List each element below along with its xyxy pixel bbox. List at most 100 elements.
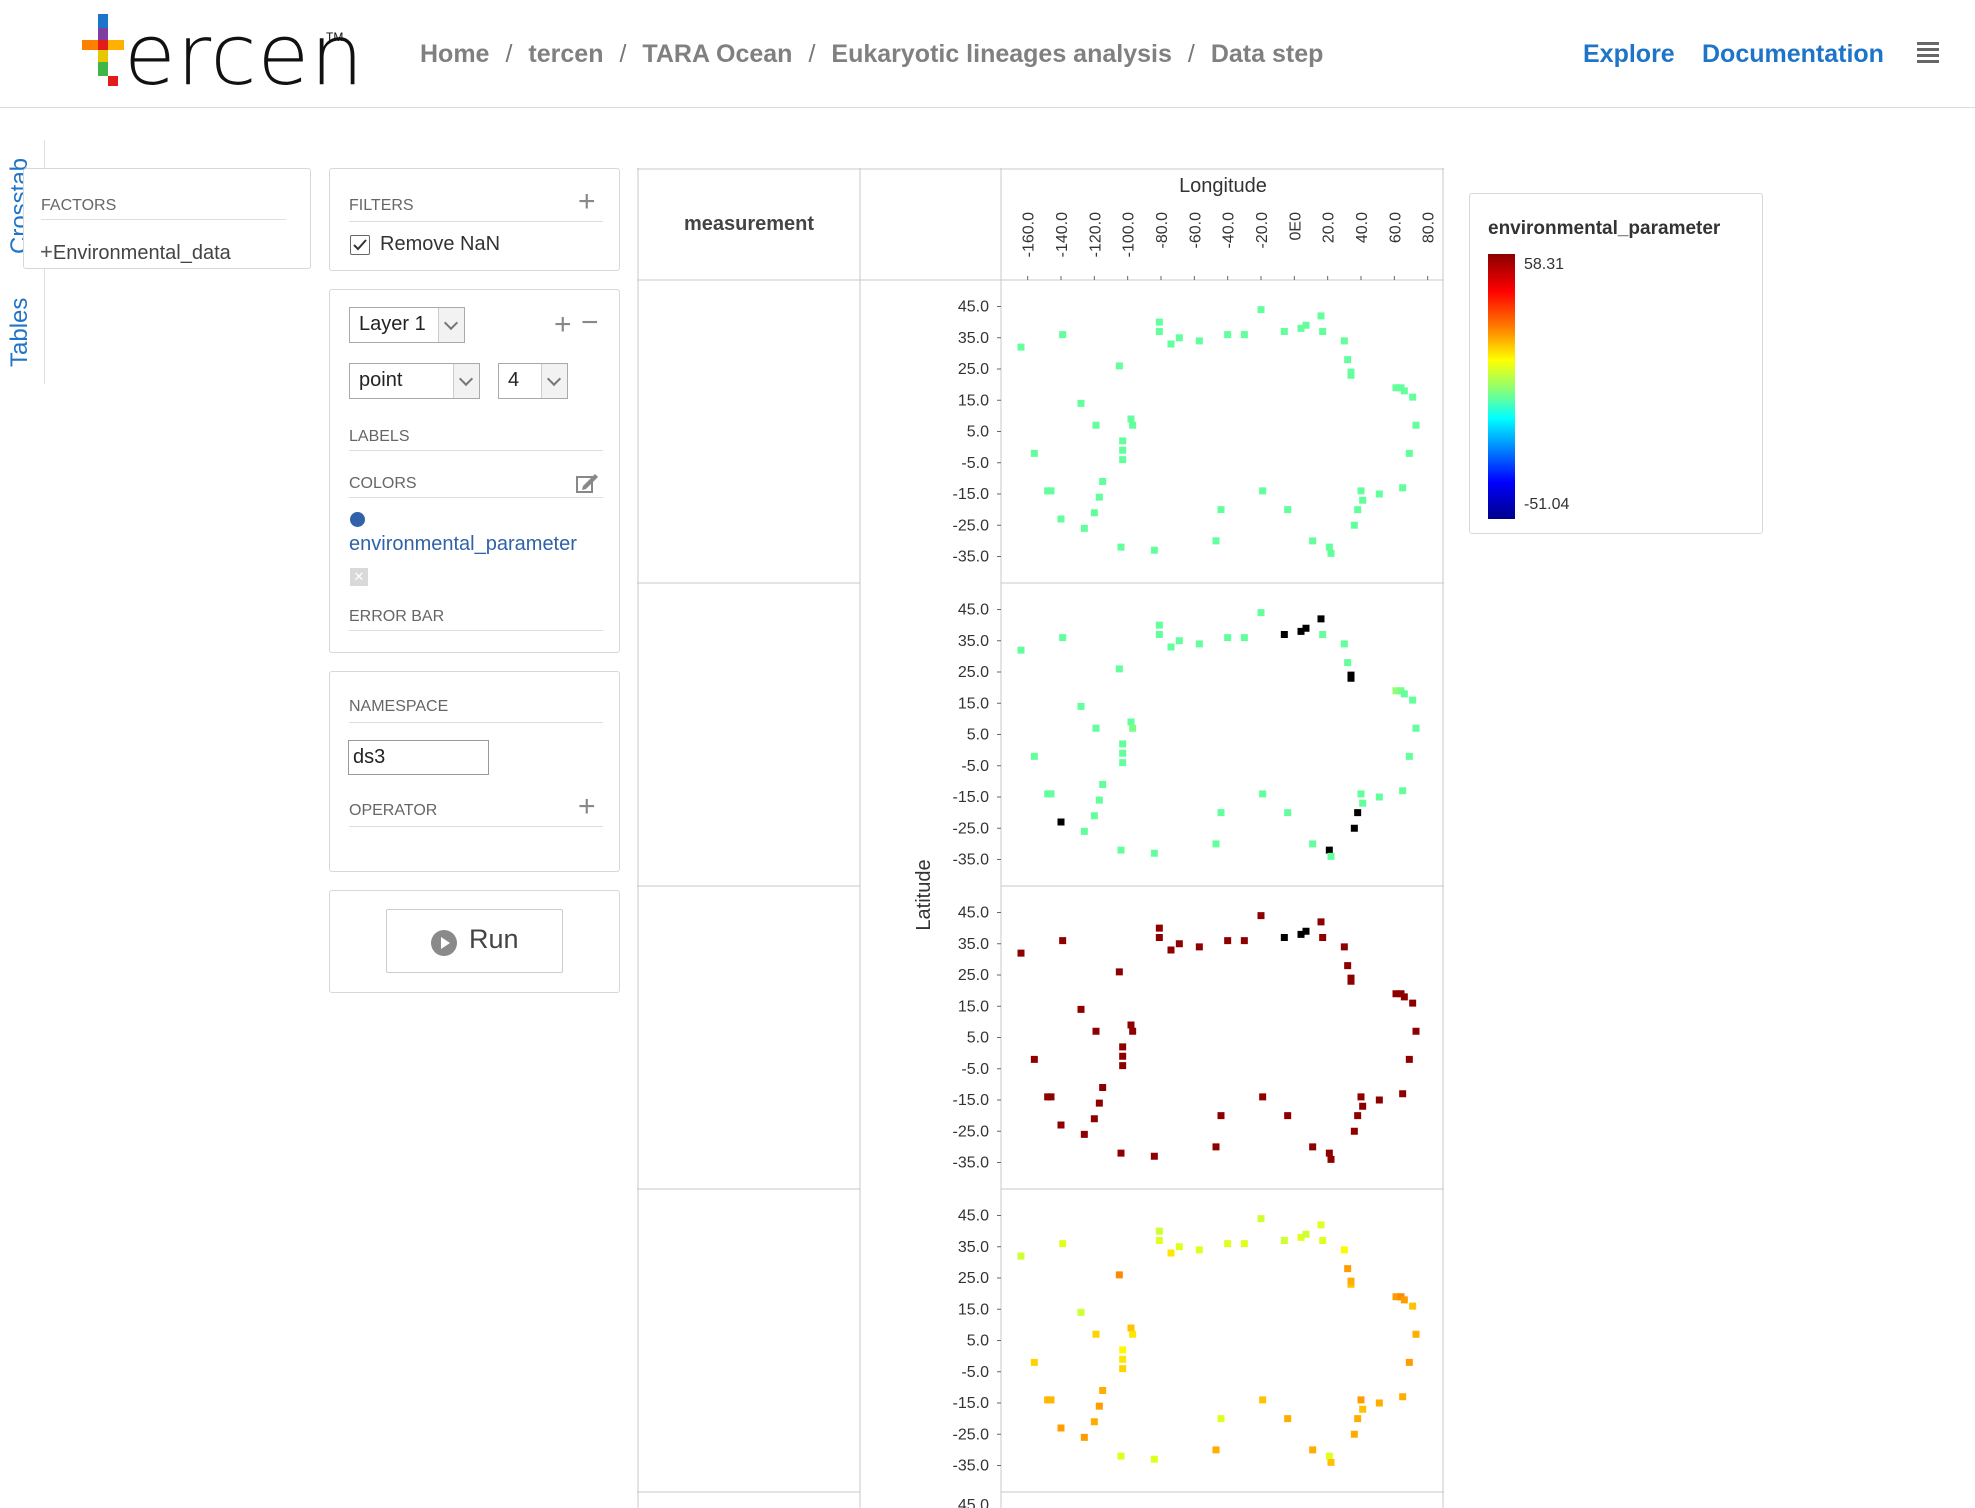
breadcrumb-project[interactable]: TARA Ocean: [642, 40, 792, 68]
data-point[interactable]: [1240, 1240, 1248, 1248]
data-point[interactable]: [1030, 1358, 1038, 1366]
data-point[interactable]: [1259, 1396, 1267, 1404]
data-point[interactable]: [1155, 924, 1163, 932]
data-point[interactable]: [1340, 1246, 1348, 1254]
data-point[interactable]: [1319, 631, 1327, 638]
data-point[interactable]: [1212, 1143, 1220, 1151]
data-point[interactable]: [1059, 331, 1067, 339]
data-point[interactable]: [1080, 524, 1088, 532]
data-point[interactable]: [1217, 1415, 1225, 1423]
data-point[interactable]: [1017, 646, 1025, 654]
data-point[interactable]: [1257, 609, 1265, 617]
data-point[interactable]: [1284, 1112, 1292, 1120]
data-point[interactable]: [1155, 1237, 1163, 1244]
hamburger-menu-icon[interactable]: [1917, 42, 1939, 63]
data-point[interactable]: [1224, 634, 1232, 642]
layer-select[interactable]: Layer 1: [349, 307, 465, 343]
data-point[interactable]: [1155, 621, 1163, 629]
data-point[interactable]: [1030, 1055, 1038, 1063]
data-point[interactable]: [1195, 1246, 1203, 1254]
data-point[interactable]: [1057, 1121, 1065, 1129]
data-point[interactable]: [1077, 1308, 1085, 1316]
data-point[interactable]: [1090, 812, 1098, 820]
data-point[interactable]: [1212, 537, 1220, 545]
data-point[interactable]: [1400, 1296, 1408, 1304]
data-point[interactable]: [1167, 643, 1175, 651]
data-point[interactable]: [1399, 484, 1407, 492]
data-point[interactable]: [1259, 487, 1267, 495]
data-point[interactable]: [1119, 759, 1127, 767]
data-point[interactable]: [1129, 724, 1137, 732]
namespace-input[interactable]: ds3: [348, 740, 489, 775]
data-point[interactable]: [1117, 846, 1125, 854]
data-point[interactable]: [1302, 321, 1310, 329]
remove-nan-checkbox[interactable]: [350, 235, 370, 255]
data-point[interactable]: [1099, 1084, 1107, 1091]
data-point[interactable]: [1284, 809, 1292, 817]
add-filter-plus-icon[interactable]: +: [578, 187, 596, 217]
data-point[interactable]: [1090, 1115, 1098, 1123]
data-point[interactable]: [1257, 1215, 1265, 1223]
data-point[interactable]: [1327, 1458, 1335, 1466]
data-point[interactable]: [1359, 1405, 1367, 1413]
data-point[interactable]: [1195, 640, 1203, 648]
data-point[interactable]: [1375, 1399, 1383, 1407]
data-point[interactable]: [1347, 671, 1355, 679]
data-point[interactable]: [1309, 537, 1317, 545]
data-point[interactable]: [1047, 1396, 1055, 1404]
data-point[interactable]: [1155, 328, 1163, 335]
data-point[interactable]: [1409, 393, 1417, 401]
data-point[interactable]: [1399, 1090, 1407, 1098]
data-point[interactable]: [1150, 546, 1158, 554]
data-point[interactable]: [1175, 940, 1183, 948]
data-point[interactable]: [1344, 962, 1352, 970]
data-point[interactable]: [1119, 456, 1127, 464]
data-point[interactable]: [1257, 912, 1265, 920]
breadcrumb-workflow[interactable]: Eukaryotic lineages analysis: [831, 40, 1171, 68]
data-point[interactable]: [1347, 368, 1355, 376]
data-point[interactable]: [1080, 1130, 1088, 1138]
data-point[interactable]: [1319, 328, 1327, 335]
data-point[interactable]: [1359, 496, 1367, 504]
data-point[interactable]: [1092, 421, 1100, 429]
data-point[interactable]: [1309, 840, 1317, 848]
data-point[interactable]: [1129, 1330, 1137, 1338]
data-point[interactable]: [1400, 387, 1408, 395]
data-point[interactable]: [1099, 1387, 1107, 1394]
data-point[interactable]: [1344, 356, 1352, 364]
data-point[interactable]: [1412, 724, 1420, 732]
data-point[interactable]: [1127, 1021, 1135, 1029]
data-point[interactable]: [1325, 1149, 1333, 1157]
crosstab-svg[interactable]: measurement Longitude -160.0 -140.0 -120.0 -1…: [637, 168, 1444, 1508]
nav-documentation-link[interactable]: Documentation: [1702, 40, 1884, 69]
data-point[interactable]: [1354, 1112, 1362, 1120]
data-point[interactable]: [1119, 1346, 1127, 1354]
data-point[interactable]: [1119, 446, 1127, 454]
data-point[interactable]: [1340, 640, 1348, 648]
data-point[interactable]: [1350, 1127, 1358, 1135]
data-point[interactable]: [1325, 543, 1333, 551]
data-point[interactable]: [1375, 1096, 1383, 1104]
data-point[interactable]: [1350, 824, 1358, 832]
data-point[interactable]: [1077, 1005, 1085, 1013]
data-point[interactable]: [1077, 702, 1085, 710]
data-point[interactable]: [1240, 331, 1248, 339]
data-point[interactable]: [1375, 490, 1383, 498]
data-point[interactable]: [1017, 343, 1025, 351]
data-point[interactable]: [1350, 1430, 1358, 1438]
data-point[interactable]: [1059, 937, 1067, 945]
data-point[interactable]: [1319, 1237, 1327, 1244]
data-point[interactable]: [1119, 1052, 1127, 1060]
data-point[interactable]: [1357, 1396, 1365, 1404]
data-point[interactable]: [1319, 934, 1327, 941]
data-point[interactable]: [1127, 415, 1135, 423]
data-point[interactable]: [1119, 740, 1127, 748]
data-point[interactable]: [1095, 1099, 1103, 1107]
data-point[interactable]: [1405, 752, 1413, 760]
data-point[interactable]: [1175, 334, 1183, 342]
data-point[interactable]: [1167, 1249, 1175, 1257]
data-point[interactable]: [1325, 846, 1333, 854]
data-point[interactable]: [1357, 1093, 1365, 1101]
data-point[interactable]: [1224, 937, 1232, 945]
data-point[interactable]: [1302, 927, 1310, 935]
